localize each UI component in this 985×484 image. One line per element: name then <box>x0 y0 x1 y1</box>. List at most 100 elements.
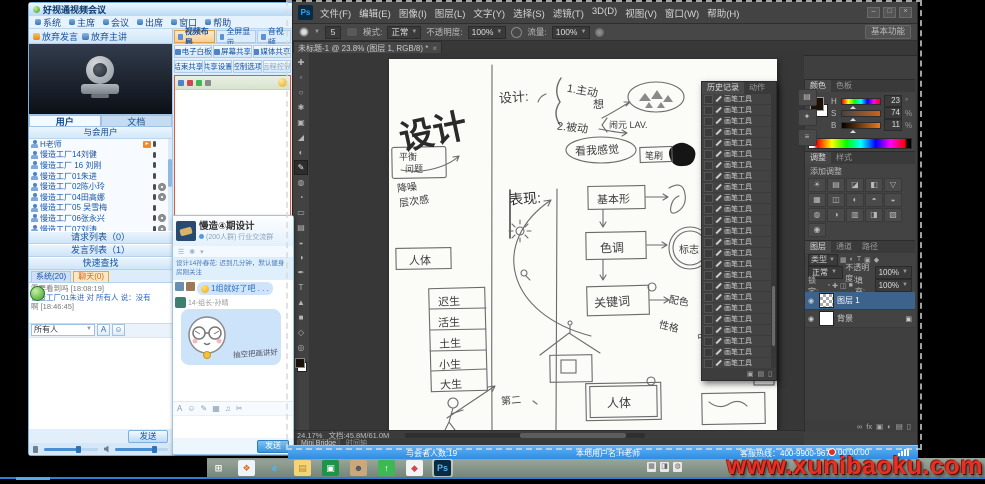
collapsed-panel-icon[interactable]: ✦ <box>798 109 817 126</box>
history-step[interactable]: 画笔工具 <box>702 204 771 215</box>
chevron-down-icon[interactable]: ▾ <box>200 248 204 256</box>
history-source-checkbox[interactable] <box>704 161 713 170</box>
layout-tab[interactable]: 视频布局 <box>174 30 215 43</box>
color-slider[interactable] <box>841 122 881 129</box>
history-source-checkbox[interactable] <box>704 348 713 357</box>
chevron-down-icon[interactable]: ▼ <box>314 29 320 35</box>
eye-icon[interactable]: ◉ <box>808 297 816 305</box>
share-button[interactable]: 屏幕共享 <box>213 45 251 58</box>
share-option-button[interactable]: 控制选项 <box>233 60 262 73</box>
history-step[interactable]: 画笔工具 <box>702 149 771 160</box>
history-scrollbar[interactable] <box>771 94 776 368</box>
ps-tool[interactable]: ✱ <box>294 100 308 115</box>
taskbar-app-icon[interactable]: ▤ <box>294 460 311 476</box>
layout-tab[interactable]: 音视频 <box>257 30 291 43</box>
flow-select[interactable]: 100%▼ <box>552 26 591 39</box>
collapsed-panel-icon[interactable]: ▤ <box>798 89 817 106</box>
tray-icon[interactable]: ▦ <box>647 462 656 472</box>
color-value-input[interactable]: 23 <box>884 95 902 107</box>
group-notice[interactable]: 设计14孙春花: 迟到几分钟，默认健身房刚关注 <box>173 258 293 280</box>
taskbar-app-icon[interactable]: ❖ <box>238 460 255 476</box>
color-value-input[interactable]: 11 <box>884 119 902 131</box>
history-source-checkbox[interactable] <box>704 271 713 280</box>
history-step[interactable]: 画笔工具 <box>702 116 771 127</box>
ps-tool[interactable]: ◇ <box>294 325 308 340</box>
layer-opacity-select[interactable]: 100%▼ <box>875 266 912 279</box>
brush-preset-icon[interactable] <box>299 27 309 37</box>
ps-menu-item[interactable]: 图层(L) <box>435 6 466 20</box>
close-button[interactable]: × <box>899 7 912 18</box>
chat-target-select[interactable]: 所有人 ▼ <box>31 324 95 336</box>
layers-footer-icon[interactable]: fx <box>866 422 872 431</box>
floating-assistant-icon[interactable] <box>30 286 45 301</box>
new-document-from-state-icon[interactable]: ▣ <box>747 370 754 378</box>
ps-tool[interactable]: ◒ <box>294 235 308 250</box>
participant-row[interactable]: 慢造工厂06张永兴 ▸ <box>29 213 168 224</box>
qq-tool-icon[interactable]: ☺ <box>187 404 195 413</box>
adjustment-icon[interactable]: ◐ <box>846 193 864 207</box>
history-step[interactable]: 画笔工具 <box>702 270 771 281</box>
adjustment-icon[interactable]: ◉ <box>808 223 826 237</box>
ps-menu-item[interactable]: 帮助(H) <box>707 6 739 20</box>
list-toggle-button[interactable]: 快速查找 <box>29 257 172 270</box>
history-step[interactable]: 画笔工具 <box>702 336 771 347</box>
participant-row[interactable]: 慢造工厂01朱进 ▸ <box>29 171 168 182</box>
wb-shape-icon[interactable] <box>196 80 202 86</box>
history-source-checkbox[interactable] <box>704 293 713 302</box>
layers-footer-icon[interactable]: ▯ <box>907 422 911 431</box>
sender-avatar[interactable] <box>175 297 186 308</box>
layers-footer-icon[interactable]: ∞ <box>857 422 862 431</box>
tab-paths[interactable]: 路径 <box>857 241 883 253</box>
history-source-checkbox[interactable] <box>704 315 713 324</box>
layer-filter-icon[interactable]: ◆ <box>874 256 879 264</box>
history-source-checkbox[interactable] <box>704 117 713 126</box>
history-source-checkbox[interactable] <box>704 359 713 368</box>
layer-filter-kind-select[interactable]: 类型▼ <box>808 254 838 266</box>
adjustment-icon[interactable]: ▥ <box>846 208 864 222</box>
tab-users[interactable]: 用户 <box>29 115 101 127</box>
share-option-button[interactable]: 远程控制 <box>263 60 292 73</box>
history-step[interactable]: 画笔工具 <box>702 292 771 303</box>
tab-history[interactable]: 历史记录 <box>702 82 744 94</box>
ps-tool[interactable]: ◔ <box>294 190 308 205</box>
history-step[interactable]: 画笔工具 <box>702 215 771 226</box>
conference-menu-item[interactable]: 会议 <box>100 16 132 29</box>
layer-fill-select[interactable]: 100%▼ <box>875 279 912 292</box>
adjustment-icon[interactable]: ◫ <box>827 193 845 207</box>
minimize-button[interactable]: – <box>867 7 880 18</box>
list-toggle-button[interactable]: 发言列表（1） <box>29 244 172 257</box>
tab-layers[interactable]: 图层 <box>805 241 831 253</box>
history-step[interactable]: 画笔工具 <box>702 325 771 336</box>
ps-tool[interactable]: ▭ <box>294 205 308 220</box>
history-source-checkbox[interactable] <box>704 216 713 225</box>
history-source-checkbox[interactable] <box>704 139 713 148</box>
qq-tool-icon[interactable]: ✎ <box>201 404 208 413</box>
tray-icon[interactable]: ◨ <box>660 462 669 472</box>
history-step[interactable]: 画笔工具 <box>702 303 771 314</box>
participant-row[interactable]: 慢造工厂02陈小玲 ▸ <box>29 181 168 192</box>
member-avatar[interactable] <box>175 282 184 291</box>
emoji-button[interactable]: ☺ <box>112 324 125 336</box>
participant-row[interactable]: H老师 ▸ <box>29 139 168 150</box>
tab-swatches[interactable]: 色板 <box>831 80 857 92</box>
eye-icon[interactable]: ◉ <box>808 315 816 323</box>
history-step[interactable]: 画笔工具 <box>702 358 771 368</box>
pressure-icon[interactable] <box>511 27 522 38</box>
tab-styles[interactable]: 样式 <box>831 152 857 164</box>
settings-gear-icon[interactable]: ✱ <box>189 248 195 256</box>
history-source-checkbox[interactable] <box>704 326 713 335</box>
participant-row[interactable]: 慢造工厂04田高娜 ▸ <box>29 192 168 203</box>
new-snapshot-icon[interactable]: ▤ <box>758 370 765 378</box>
history-step[interactable]: 画笔工具 <box>702 127 771 138</box>
blend-mode-select[interactable]: 正常▼ <box>387 26 421 39</box>
history-step[interactable]: 画笔工具 <box>702 94 771 105</box>
layers-footer-icon[interactable]: ◐ <box>887 422 892 431</box>
ps-menu-item[interactable]: 编辑(E) <box>359 6 391 20</box>
adjustment-icon[interactable]: ▽ <box>884 178 902 192</box>
layer-row[interactable]: ◉ 图层 1 ▣ <box>805 292 915 310</box>
speaker-volume-slider[interactable] <box>115 448 169 451</box>
adjustment-icon[interactable]: ◪ <box>846 178 864 192</box>
lock-icon[interactable]: ✚ <box>832 282 838 290</box>
adjustment-icon[interactable]: ▦ <box>808 193 826 207</box>
adjustment-icon[interactable]: ▧ <box>884 208 902 222</box>
